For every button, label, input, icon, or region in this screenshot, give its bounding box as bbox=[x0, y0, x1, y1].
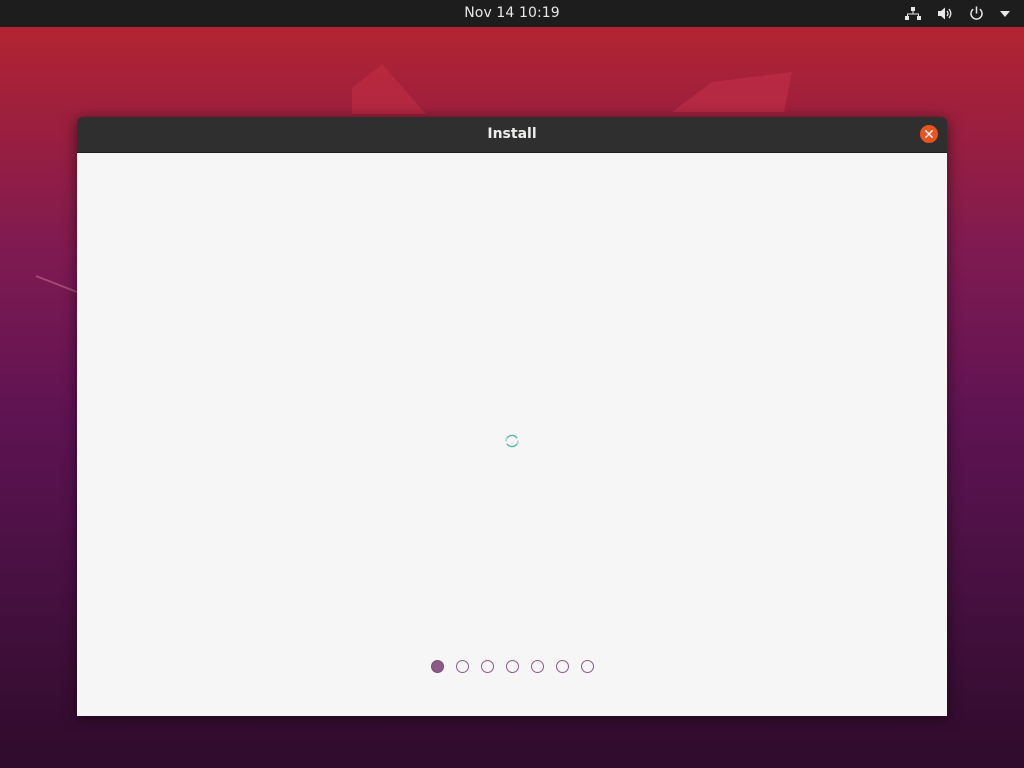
step-dot-2 bbox=[455, 660, 469, 673]
top-bar: Nov 14 10:19 bbox=[0, 0, 1024, 27]
window-title: Install bbox=[487, 126, 537, 142]
spinner-icon bbox=[505, 434, 519, 448]
system-tray[interactable] bbox=[905, 5, 1010, 22]
step-dot-3 bbox=[480, 660, 494, 673]
close-icon bbox=[925, 130, 933, 138]
network-wired-icon[interactable] bbox=[905, 6, 921, 21]
window-content bbox=[77, 153, 947, 716]
date-time-clock[interactable]: Nov 14 10:19 bbox=[0, 5, 1024, 22]
step-dot-5 bbox=[530, 660, 544, 673]
step-dot-1 bbox=[430, 660, 444, 673]
speaker-volume-icon[interactable] bbox=[937, 6, 953, 21]
step-dot-4 bbox=[505, 660, 519, 673]
step-dot-6 bbox=[555, 660, 569, 673]
step-dot-7 bbox=[580, 660, 594, 673]
close-button[interactable] bbox=[920, 125, 938, 143]
install-window: Install bbox=[77, 117, 947, 716]
power-icon[interactable] bbox=[969, 6, 984, 21]
dropdown-arrow-icon[interactable] bbox=[1000, 10, 1010, 17]
window-titlebar[interactable]: Install bbox=[77, 117, 947, 153]
step-indicator bbox=[77, 660, 947, 673]
